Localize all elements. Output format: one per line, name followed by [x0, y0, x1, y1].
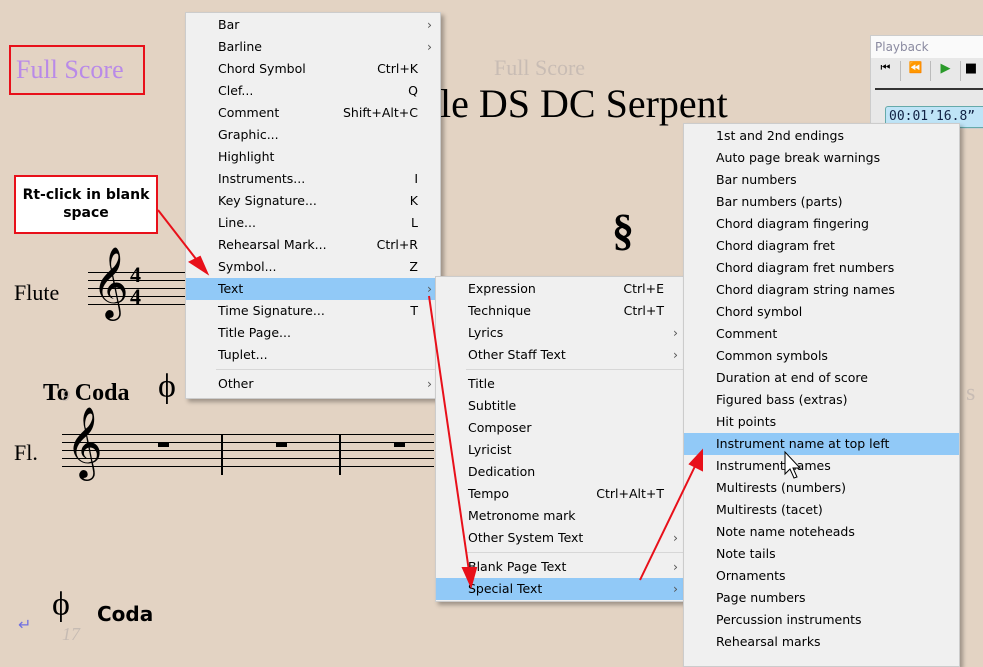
arrowhead: [187, 255, 210, 276]
annotation-arrows: [157, 209, 802, 589]
arrow-to-instrument-name: [639, 459, 699, 581]
mouse-cursor-icon: [784, 450, 802, 479]
arrow-to-special-text: [428, 295, 471, 579]
arrowhead: [688, 448, 703, 472]
arrowhead: [461, 567, 478, 589]
